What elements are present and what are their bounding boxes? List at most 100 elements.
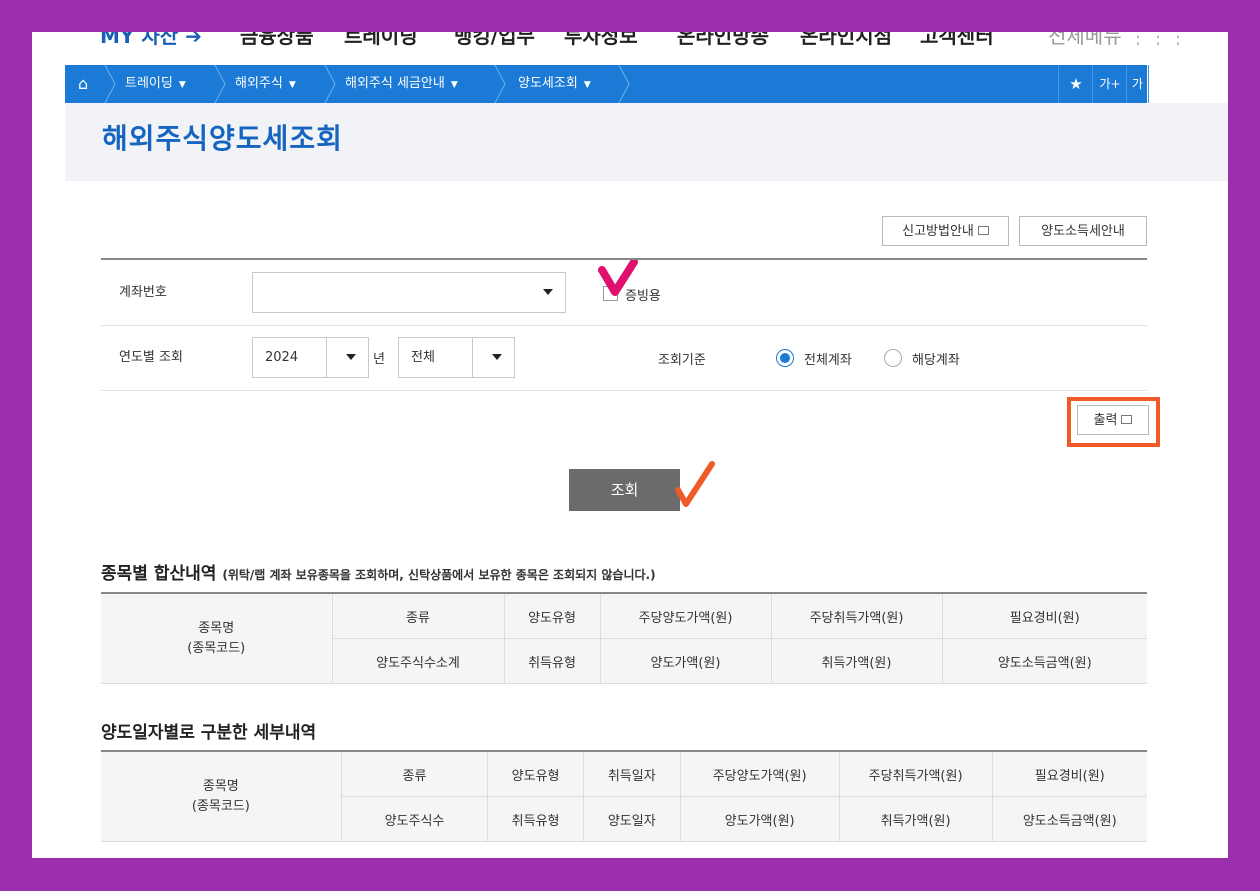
year-select[interactable]: 2024: [252, 337, 369, 378]
print-button[interactable]: 출력: [1077, 405, 1149, 435]
code-header-line: (종목코드): [191, 798, 250, 814]
page-header: 해외주식양도세조회: [65, 103, 1228, 181]
tax-guide-button[interactable]: 양도소득세안내: [1019, 216, 1147, 246]
select-divider: [326, 338, 327, 377]
summary-header-cell: 양도소득금액(원): [941, 638, 1147, 684]
summary-header-cell: 필요경비(원): [941, 592, 1147, 639]
breadcrumb-label: 양도세조회: [518, 76, 578, 91]
select-divider: [472, 338, 473, 377]
breadcrumb-separator: [323, 65, 337, 103]
detail-header-cell: 양도소득금액(원): [991, 796, 1147, 842]
summary-header-cell: 취득유형: [503, 638, 601, 684]
summary-title-text: 종목별 합산내역: [101, 564, 217, 584]
detail-header-cell: 양도일자: [582, 796, 681, 842]
caret-down-icon: ▼: [288, 80, 296, 90]
basis-radio-all[interactable]: [776, 349, 794, 367]
nav-item-products[interactable]: 금융상품: [240, 32, 314, 49]
breadcrumb-label: 해외주식 세금안내: [345, 76, 445, 91]
chevron-down-icon: [492, 354, 502, 360]
detail-header-cell: 취득유형: [487, 796, 584, 842]
summary-name-header: 종목명 (종목코드): [101, 592, 333, 684]
account-select[interactable]: [252, 272, 566, 313]
nav-my-asset[interactable]: MY 자산 ➔: [100, 32, 202, 49]
year-label: 연도별 조회: [119, 350, 183, 365]
top-navigation: MY 자산 ➔ 금융상품 트레이딩 뱅킹/업무 투자정보 온라인방송 온라인지점…: [32, 32, 1228, 64]
year-value: 2024: [265, 350, 299, 365]
period-select[interactable]: 전체: [398, 337, 515, 378]
breadcrumb-item-tax-guide[interactable]: 해외주식 세금안내 ▼: [345, 65, 458, 103]
summary-note: (위탁/랩 계좌 보유종목을 조회하며, 신탁상품에서 보유한 종목은 조회되지…: [222, 568, 656, 582]
code-header-line: (종목코드): [187, 640, 246, 656]
summary-header-cell: 종류: [331, 592, 505, 639]
chevron-down-icon: [346, 354, 356, 360]
detail-section-title: 양도일자별로 구분한 세부내역: [101, 723, 317, 743]
star-icon[interactable]: ★: [1058, 65, 1093, 103]
home-icon[interactable]: ⌂: [78, 65, 88, 103]
summary-header-cell: 취득가액(원): [770, 638, 943, 684]
filing-guide-label: 신고방법안내: [902, 224, 974, 239]
detail-header-cell: 양도주식수: [341, 796, 489, 842]
pink-check-annotation: [598, 260, 638, 296]
breadcrumb-separator: [103, 65, 117, 103]
name-header-line: 종목명: [198, 620, 235, 636]
breadcrumb-item-trading[interactable]: 트레이딩 ▼: [125, 65, 186, 103]
breadcrumb-item-capital-gains[interactable]: 양도세조회 ▼: [518, 65, 591, 103]
basis-radio-current[interactable]: [884, 349, 902, 367]
caret-down-icon: ▼: [450, 80, 458, 90]
detail-header-cell: 취득일자: [582, 750, 681, 797]
summary-header-cell: 양도가액(원): [599, 638, 772, 684]
caret-down-icon: ▼: [583, 80, 591, 90]
detail-header-cell: 양도유형: [487, 750, 584, 797]
chevron-down-icon: [543, 289, 553, 295]
summary-table: 종목명 (종목코드) 종류 양도유형 주당양도가액(원) 주당취득가액(원) 필요…: [101, 592, 1147, 684]
breadcrumb-separator: [213, 65, 227, 103]
popup-icon: [977, 226, 989, 235]
breadcrumb: ⌂ 트레이딩 ▼ 해외주식 ▼ 해외주식 세금안내 ▼ 양도세조회 ▼ ★ 가+ 가−: [65, 65, 1149, 129]
nav-all-menu[interactable]: 전체메뉴 ⋮⋮⋮: [1048, 32, 1188, 49]
arrow-circle-icon: ➔: [185, 32, 202, 48]
breadcrumb-separator: [617, 65, 631, 103]
period-value: 전체: [411, 350, 435, 365]
summary-header-cell: 주당취득가액(원): [770, 592, 943, 639]
year-row: 연도별 조회 2024 년 전체 조회기준 전체계좌 해당계좌: [101, 325, 1147, 391]
breadcrumb-label: 트레이딩: [125, 76, 173, 91]
summary-header-cell: 주당양도가액(원): [599, 592, 772, 639]
detail-header-cell: 필요경비(원): [991, 750, 1147, 797]
account-label: 계좌번호: [119, 285, 167, 300]
detail-header-cell: 주당양도가액(원): [679, 750, 840, 797]
browser-viewport: MY 자산 ➔ 금융상품 트레이딩 뱅킹/업무 투자정보 온라인방송 온라인지점…: [32, 32, 1228, 858]
nav-my-asset-label: MY 자산: [100, 32, 179, 48]
print-label: 출력: [1093, 413, 1118, 428]
detail-name-header: 종목명 (종목코드): [101, 750, 342, 842]
detail-header-cell: 양도가액(원): [679, 796, 840, 842]
nav-item-online-branch[interactable]: 온라인지점: [800, 32, 892, 49]
popup-icon: [1121, 415, 1133, 424]
summary-header-cell: 양도유형: [503, 592, 601, 639]
nav-item-customer-center[interactable]: 고객센터: [920, 32, 994, 49]
page-title: 해외주식양도세조회: [102, 122, 343, 155]
year-unit: 년: [373, 352, 385, 367]
orange-check-annotation: [675, 461, 715, 507]
grid-icon: ⋮⋮⋮: [1127, 32, 1188, 48]
detail-header-cell: 종류: [340, 750, 489, 797]
nav-item-online-broadcast[interactable]: 온라인방송: [677, 32, 769, 49]
caret-down-icon: ▼: [178, 80, 186, 90]
basis-option-all: 전체계좌: [804, 353, 852, 368]
detail-table: 종목명 (종목코드) 종류 양도유형 취득일자 주당양도가액(원) 주당취득가액(…: [101, 750, 1147, 842]
breadcrumb-separator: [493, 65, 507, 103]
nav-item-banking[interactable]: 뱅킹/업무: [454, 32, 535, 49]
summary-header-cell: 양도주식수소계: [332, 638, 505, 684]
breadcrumb-item-overseas-stock[interactable]: 해외주식 ▼: [235, 65, 296, 103]
nav-item-invest-info[interactable]: 투자정보: [564, 32, 638, 49]
detail-header-cell: 주당취득가액(원): [838, 750, 993, 797]
name-header-line: 종목명: [202, 778, 239, 794]
nav-item-trading[interactable]: 트레이딩: [344, 32, 418, 49]
all-menu-label: 전체메뉴: [1048, 32, 1122, 48]
filing-guide-button[interactable]: 신고방법안내: [882, 216, 1009, 246]
font-increase-button[interactable]: 가+: [1092, 65, 1127, 103]
basis-option-current: 해당계좌: [912, 353, 960, 368]
font-decrease-button[interactable]: 가−: [1126, 65, 1149, 129]
basis-label: 조회기준: [658, 353, 706, 368]
search-button[interactable]: 조회: [569, 469, 680, 511]
detail-header-cell: 취득가액(원): [838, 796, 993, 842]
